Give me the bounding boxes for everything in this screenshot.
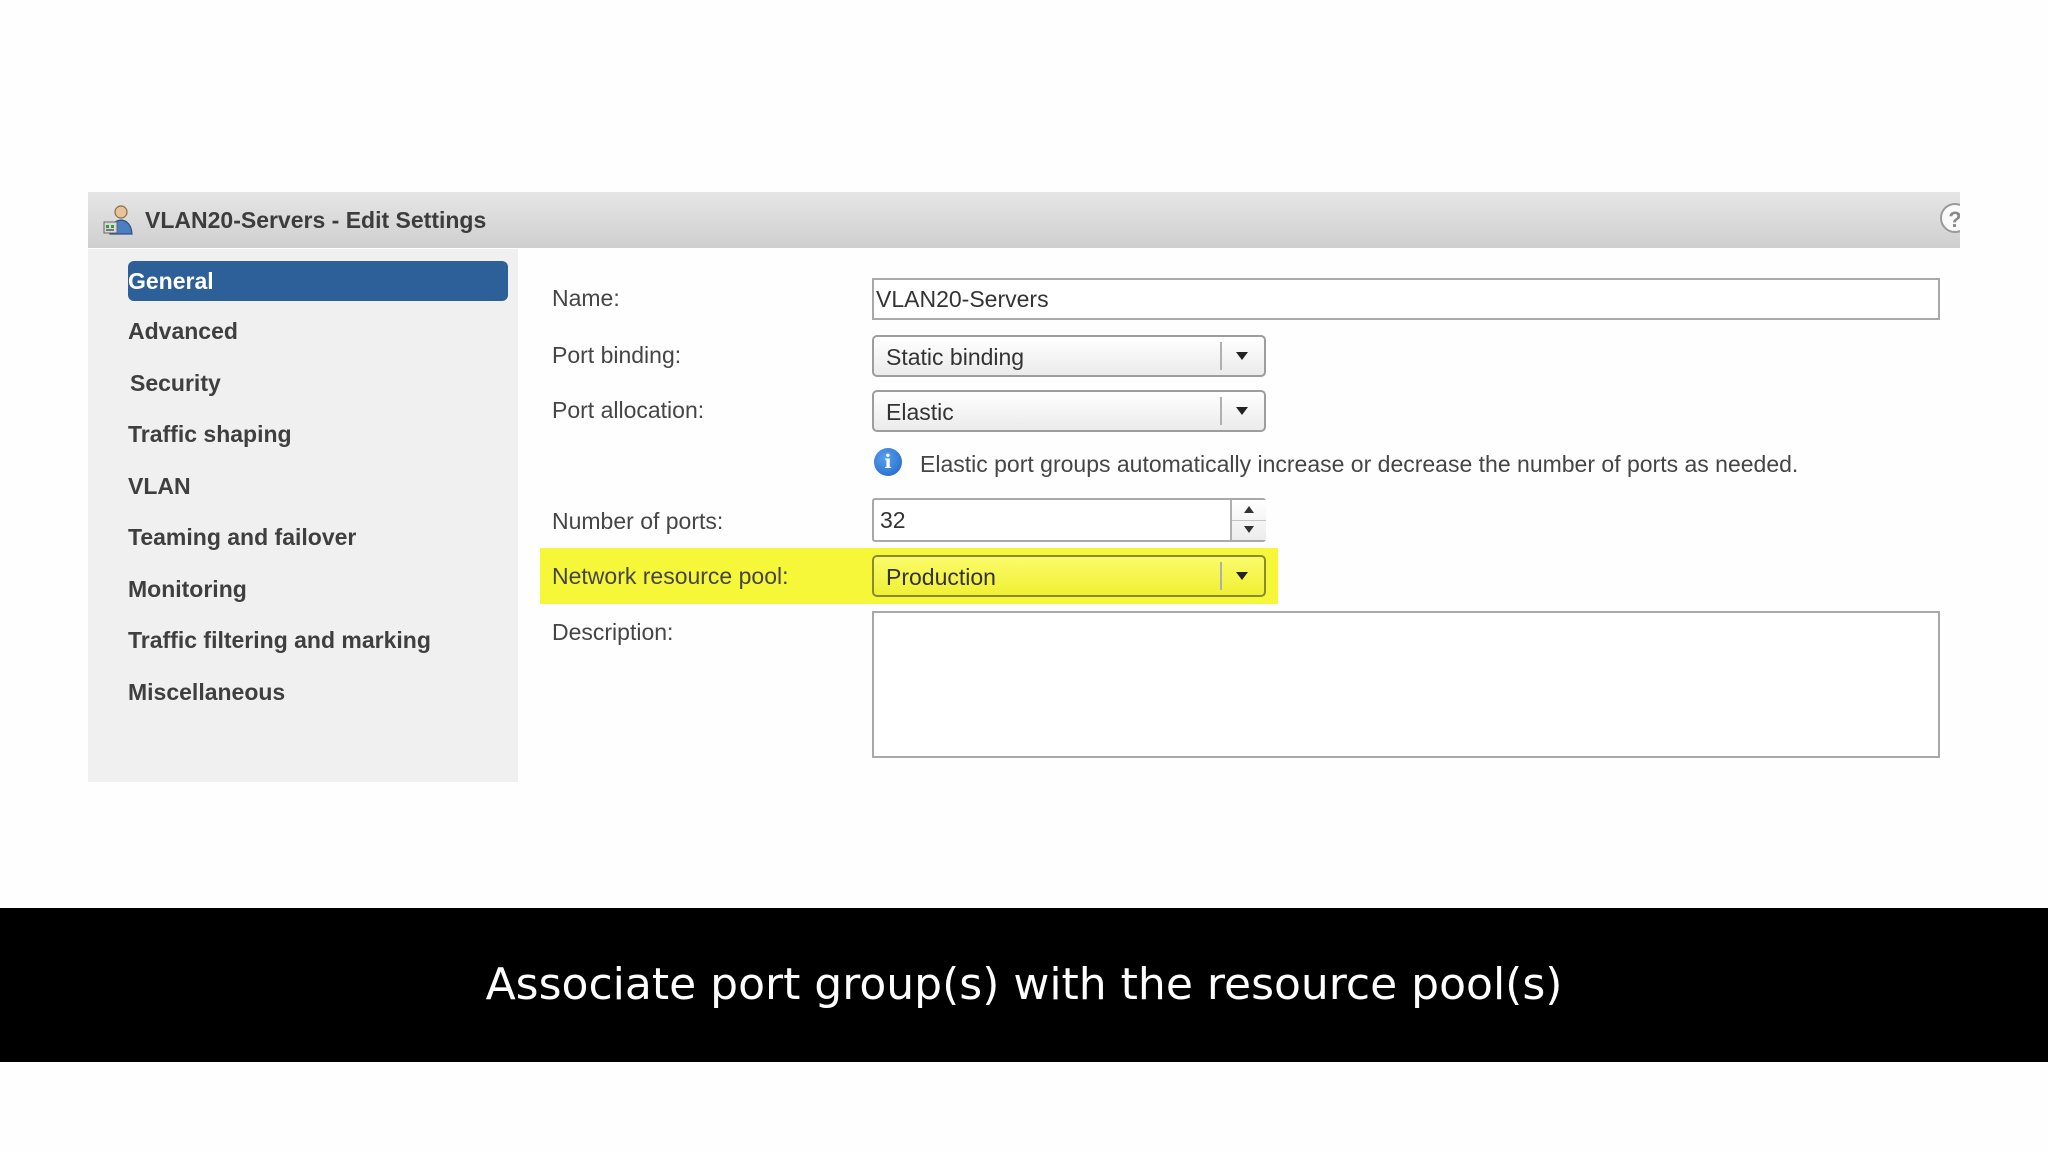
caption-text: Associate port group(s) with the resourc… bbox=[485, 959, 1563, 1010]
name-input[interactable] bbox=[872, 278, 1940, 320]
network-resource-pool-select[interactable]: Production bbox=[872, 555, 1266, 597]
number-of-ports-value[interactable]: 32 bbox=[880, 505, 906, 535]
select-divider bbox=[1220, 562, 1222, 590]
name-label: Name: bbox=[552, 285, 620, 311]
sidebar-item-teaming-and-failover[interactable]: Teaming and failover bbox=[128, 517, 508, 557]
description-textarea[interactable] bbox=[872, 611, 1940, 758]
sidebar-item-vlan[interactable]: VLAN bbox=[128, 466, 508, 506]
chevron-down-icon bbox=[1236, 352, 1248, 360]
select-divider bbox=[1220, 397, 1222, 425]
info-icon: i bbox=[874, 448, 902, 476]
description-label: Description: bbox=[552, 619, 674, 645]
settings-sidebar: General Advanced Security Traffic shapin… bbox=[88, 249, 518, 782]
spinner-up-icon[interactable] bbox=[1232, 500, 1266, 521]
port-group-icon bbox=[102, 204, 134, 236]
network-resource-pool-label: Network resource pool: bbox=[552, 563, 789, 589]
select-divider bbox=[1220, 342, 1222, 370]
port-allocation-select[interactable]: Elastic bbox=[872, 390, 1266, 432]
caption-bar: Associate port group(s) with the resourc… bbox=[0, 908, 2048, 1062]
title-bar: VLAN20-Servers - Edit Settings ? bbox=[88, 192, 1960, 248]
sidebar-item-miscellaneous[interactable]: Miscellaneous bbox=[128, 672, 508, 712]
spinner-buttons bbox=[1230, 500, 1266, 540]
sidebar-item-traffic-shaping[interactable]: Traffic shaping bbox=[128, 414, 508, 454]
chevron-down-icon bbox=[1236, 572, 1248, 580]
port-allocation-label: Port allocation: bbox=[552, 397, 705, 423]
sidebar-item-general[interactable]: General bbox=[128, 261, 508, 301]
chevron-down-icon bbox=[1236, 407, 1248, 415]
sidebar-item-traffic-filtering-and-marking[interactable]: Traffic filtering and marking bbox=[128, 620, 508, 660]
elastic-info-text: Elastic port groups automatically increa… bbox=[920, 451, 1799, 477]
spinner-down-icon[interactable] bbox=[1232, 520, 1266, 540]
port-binding-value: Static binding bbox=[886, 344, 1025, 370]
sidebar-item-advanced[interactable]: Advanced bbox=[128, 311, 508, 351]
number-of-ports-label: Number of ports: bbox=[552, 508, 724, 534]
port-binding-select[interactable]: Static binding bbox=[872, 335, 1266, 377]
dialog-title: VLAN20-Servers - Edit Settings bbox=[145, 207, 487, 233]
sidebar-item-monitoring[interactable]: Monitoring bbox=[128, 569, 508, 609]
help-icon[interactable]: ? bbox=[1940, 203, 1960, 233]
sidebar-item-security[interactable]: Security bbox=[130, 363, 510, 403]
number-of-ports-spinner[interactable]: 32 bbox=[872, 498, 1266, 542]
port-allocation-value: Elastic bbox=[886, 399, 954, 425]
title-bar-clip: VLAN20-Servers - Edit Settings ? bbox=[88, 192, 1960, 248]
port-binding-label: Port binding: bbox=[552, 342, 682, 368]
network-resource-pool-value: Production bbox=[886, 564, 996, 590]
